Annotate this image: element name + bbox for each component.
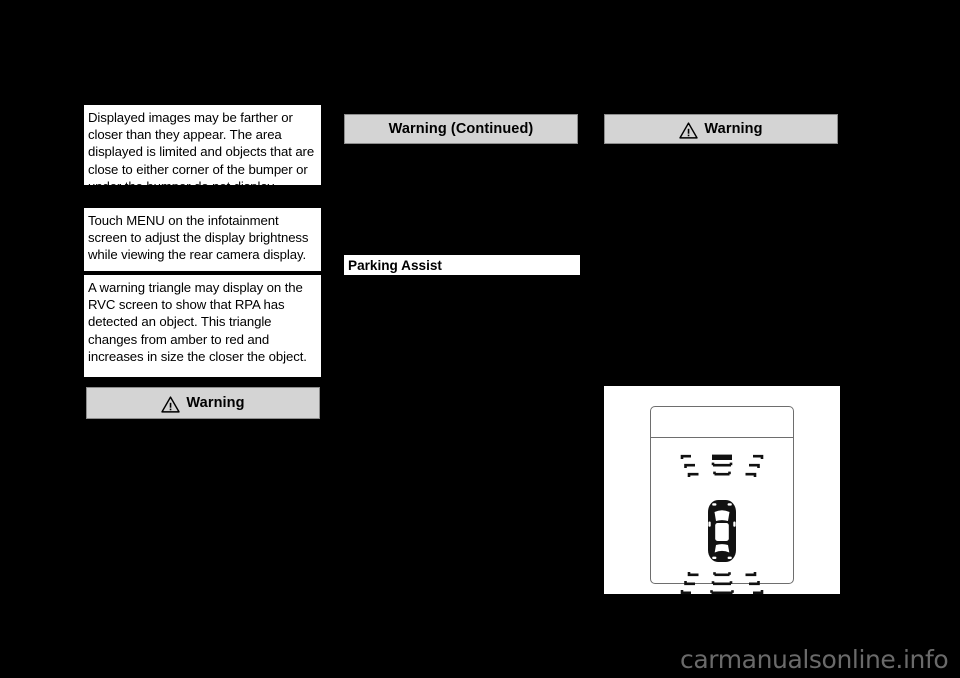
warning-continued-banner: Warning (Continued) xyxy=(344,114,578,144)
manual-page: Displayed images may be farther or close… xyxy=(0,0,960,678)
screen-divider xyxy=(651,437,793,438)
warning-banner-label: Warning xyxy=(704,121,763,137)
warning-triangle-icon xyxy=(161,395,181,413)
text-block-menu-brightness: Touch MENU on the infotainment screen to… xyxy=(84,208,321,271)
rear-sensor-arcs xyxy=(667,565,777,603)
warning-banner-left: Warning xyxy=(86,387,320,419)
warning-triangle-icon xyxy=(679,121,699,139)
warning-continued-label: Warning (Continued) xyxy=(388,121,534,137)
parking-assist-screen xyxy=(650,406,794,595)
text-block-body: Touch MENU on the infotainment screen to… xyxy=(88,213,309,263)
section-heading-label: Parking Assist xyxy=(348,257,442,273)
text-block-rvc-image-distance: Displayed images may be farther or close… xyxy=(84,105,321,194)
parking-assist-display-figure xyxy=(604,386,840,595)
watermark: carmanualsonline.info xyxy=(680,645,949,674)
front-sensor-arcs xyxy=(667,454,777,492)
text-block-body: Displayed images may be farther or close… xyxy=(88,110,315,194)
text-block-warning-triangle: A warning triangle may display on the RV… xyxy=(84,275,321,377)
vehicle-top-view-icon xyxy=(707,499,737,563)
warning-banner-right: Warning xyxy=(604,114,838,144)
text-block-body: A warning triangle may display on the RV… xyxy=(88,280,307,364)
front-sensor-alert-bar xyxy=(712,454,732,460)
warning-banner-label: Warning xyxy=(186,395,245,411)
section-heading-parking-assist: Parking Assist xyxy=(344,255,580,275)
